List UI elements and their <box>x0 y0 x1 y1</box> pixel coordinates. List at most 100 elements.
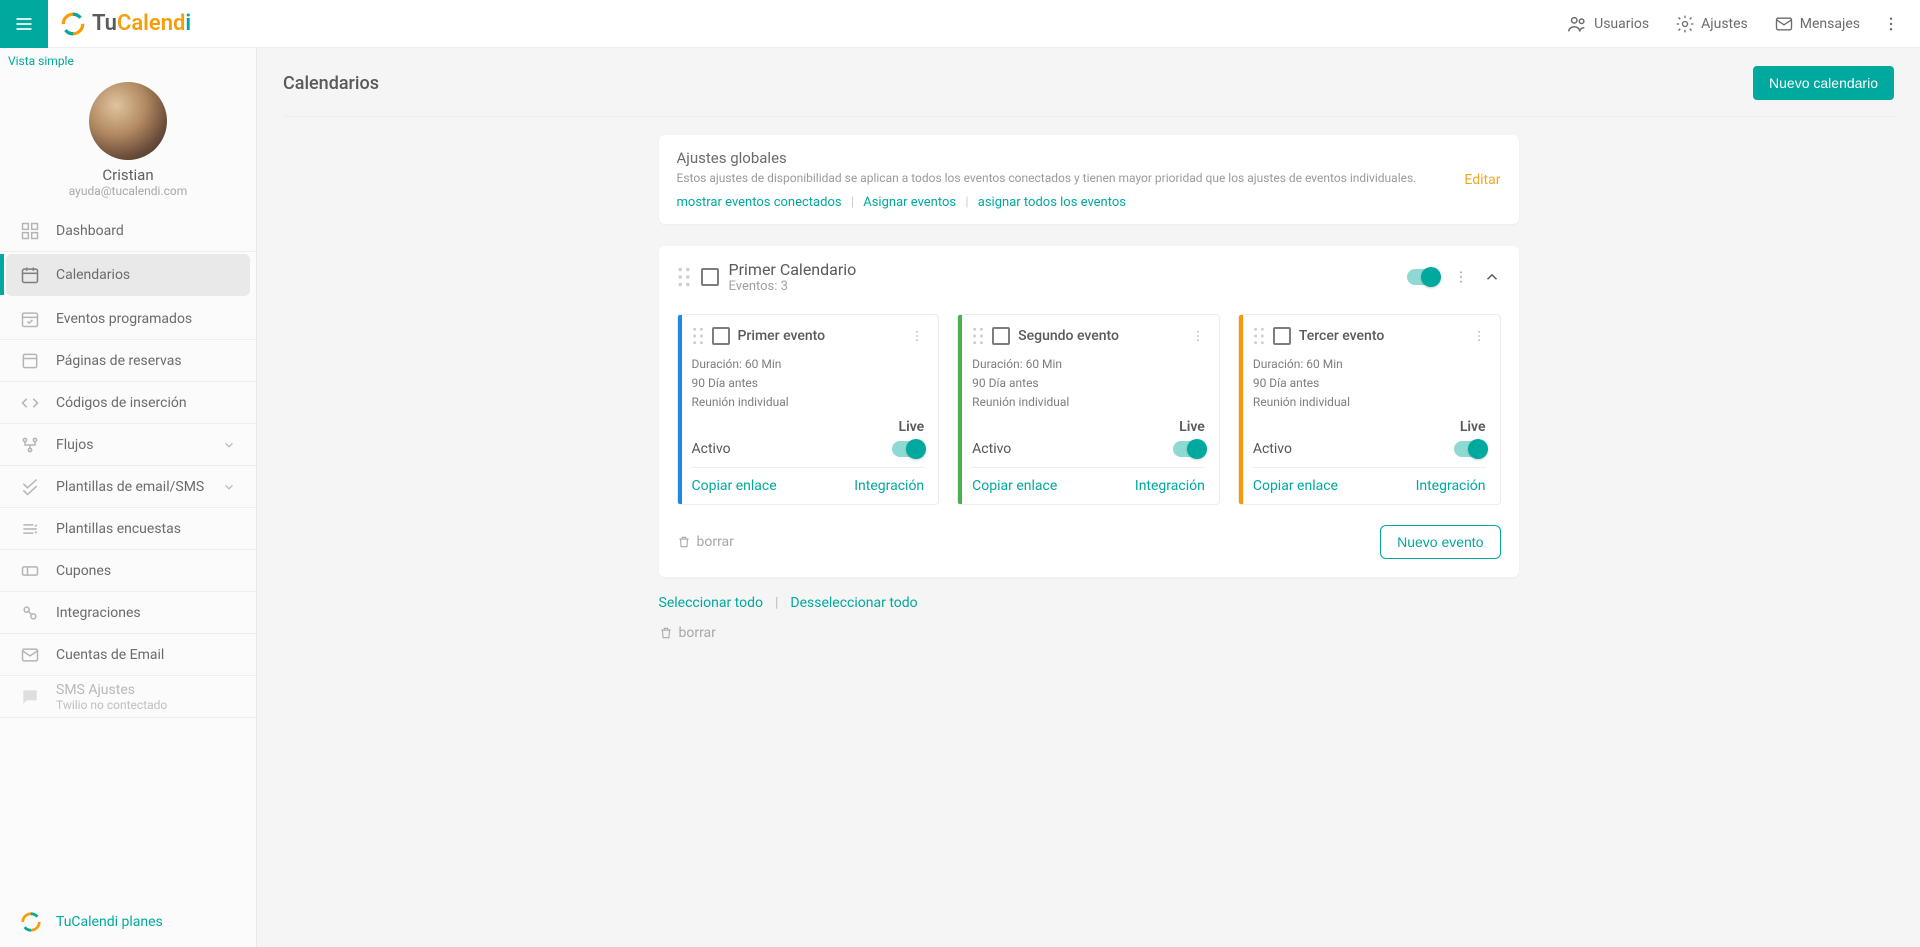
select-all-link[interactable]: Seleccionar todo <box>659 595 763 611</box>
calendar-more-button[interactable] <box>1453 269 1469 285</box>
profile-name: Cristian <box>0 166 256 184</box>
event-checkbox[interactable] <box>992 327 1010 345</box>
calendar-subtitle: Eventos: 3 <box>729 279 857 294</box>
grid-icon <box>20 221 40 241</box>
event-title: Primer evento <box>738 328 826 344</box>
integration-link[interactable]: Integración <box>1416 478 1486 494</box>
users-button[interactable]: Usuarios <box>1554 5 1661 43</box>
main-content: Calendarios Nuevo calendario Ajustes glo… <box>257 48 1920 947</box>
calendar-check-icon <box>20 309 40 329</box>
event-card: Tercer evento Duración: 60 Min 90 Día an… <box>1238 314 1501 505</box>
link-assign-all[interactable]: asignar todos los eventos <box>978 195 1126 210</box>
vista-simple-link[interactable]: Vista simple <box>0 48 256 74</box>
sidebar-item-sms[interactable]: SMS Ajustes Twilio no contectado <box>0 676 256 718</box>
integration-link[interactable]: Integración <box>854 478 924 494</box>
event-live-badge: Live <box>1460 419 1486 435</box>
code-icon <box>20 393 40 413</box>
trash-icon <box>677 535 691 549</box>
page-header: Calendarios Nuevo calendario <box>283 66 1894 117</box>
envelope-icon <box>1774 14 1794 34</box>
event-meta: Duración: 60 Min 90 Día antes Reunión in… <box>692 355 925 413</box>
event-active-label: Activo <box>972 441 1011 457</box>
event-more-button[interactable] <box>910 329 924 343</box>
global-settings-title: Ajustes globales <box>677 149 1417 167</box>
event-card: Primer evento Duración: 60 Min 90 Día an… <box>677 314 940 505</box>
sidebar-item-codigos[interactable]: Códigos de inserción <box>0 382 256 424</box>
sidebar-item-plantillas-email[interactable]: Plantillas de email/SMS <box>0 466 256 508</box>
logo-icon <box>60 11 86 37</box>
global-settings-card: Ajustes globales Estos ajustes de dispon… <box>659 135 1519 224</box>
sidebar-item-cupones[interactable]: Cupones <box>0 550 256 592</box>
global-settings-desc: Estos ajustes de disponibilidad se aplic… <box>677 171 1417 185</box>
chevron-down-icon <box>222 438 236 452</box>
sidebar-item-integraciones[interactable]: Integraciones <box>0 592 256 634</box>
sidebar-item-plantillas-encuestas[interactable]: Plantillas encuestas <box>0 508 256 550</box>
event-checkbox[interactable] <box>1273 327 1291 345</box>
envelope-icon <box>20 645 40 665</box>
collapse-button[interactable] <box>1483 268 1501 286</box>
event-meta: Duración: 60 Min 90 Día antes Reunión in… <box>1253 355 1486 413</box>
calendar-checkbox[interactable] <box>701 268 719 286</box>
header-actions: Usuarios Ajustes Mensajes <box>1554 5 1920 43</box>
logo-icon <box>20 911 42 933</box>
calendar-title: Primer Calendario <box>729 260 857 279</box>
overflow-menu-button[interactable] <box>1874 7 1908 41</box>
event-title: Tercer evento <box>1299 328 1384 344</box>
event-toggle[interactable] <box>892 441 924 457</box>
global-delete-button[interactable]: borrar <box>659 625 1519 641</box>
flow-icon <box>20 435 40 455</box>
settings-button[interactable]: Ajustes <box>1663 6 1760 42</box>
copy-link-button[interactable]: Copiar enlace <box>692 478 777 494</box>
sidebar-item-calendarios[interactable]: Calendarios <box>6 254 250 296</box>
link-show-connected[interactable]: mostrar eventos conectados <box>677 195 842 210</box>
check-icon <box>20 477 40 497</box>
calendar-toggle[interactable] <box>1407 269 1439 285</box>
drag-handle-icon[interactable] <box>972 327 984 345</box>
ticket-icon <box>20 561 40 581</box>
new-calendar-button[interactable]: Nuevo calendario <box>1753 66 1894 100</box>
trash-icon <box>659 626 673 640</box>
event-toggle[interactable] <box>1173 441 1205 457</box>
hamburger-button[interactable] <box>0 0 48 48</box>
more-vertical-icon <box>1882 15 1900 33</box>
global-edit-link[interactable]: Editar <box>1464 172 1500 188</box>
event-meta: Duración: 60 Min 90 Día antes Reunión in… <box>972 355 1205 413</box>
event-toggle[interactable] <box>1454 441 1486 457</box>
sidebar-item-eventos[interactable]: Eventos programados <box>0 298 256 340</box>
survey-icon <box>20 519 40 539</box>
calendar-header: Primer Calendario Eventos: 3 <box>677 260 1501 294</box>
drag-handle-icon[interactable] <box>677 267 691 287</box>
integration-link[interactable]: Integración <box>1135 478 1205 494</box>
sidebar-nav: Dashboard Calendarios Eventos programado… <box>0 210 256 897</box>
event-title: Segundo evento <box>1018 328 1119 344</box>
sidebar-item-paginas[interactable]: Páginas de reservas <box>0 340 256 382</box>
chevron-up-icon <box>1483 268 1501 286</box>
calendar-delete-button[interactable]: borrar <box>677 534 734 550</box>
event-card: Segundo evento Duración: 60 Min 90 Día a… <box>957 314 1220 505</box>
new-event-button[interactable]: Nuevo evento <box>1380 525 1500 559</box>
copy-link-button[interactable]: Copiar enlace <box>1253 478 1338 494</box>
event-live-badge: Live <box>899 419 925 435</box>
event-active-label: Activo <box>1253 441 1292 457</box>
integration-icon <box>20 603 40 623</box>
drag-handle-icon[interactable] <box>1253 327 1265 345</box>
event-more-button[interactable] <box>1472 329 1486 343</box>
drag-handle-icon[interactable] <box>692 327 704 345</box>
messages-button[interactable]: Mensajes <box>1762 6 1872 42</box>
deselect-all-link[interactable]: Desseleccionar todo <box>790 595 917 611</box>
link-assign-events[interactable]: Asignar eventos <box>863 195 956 210</box>
sidebar-item-flujos[interactable]: Flujos <box>0 424 256 466</box>
event-more-button[interactable] <box>1191 329 1205 343</box>
copy-link-button[interactable]: Copiar enlace <box>972 478 1057 494</box>
brand-logo[interactable]: TuCalendi <box>48 11 191 37</box>
event-checkbox[interactable] <box>712 327 730 345</box>
sidebar-item-dashboard[interactable]: Dashboard <box>0 210 256 252</box>
event-active-label: Activo <box>692 441 731 457</box>
gear-icon <box>1675 14 1695 34</box>
avatar[interactable] <box>89 82 167 160</box>
sidebar-item-cuentas-email[interactable]: Cuentas de Email <box>0 634 256 676</box>
chat-icon <box>20 687 40 707</box>
chevron-down-icon <box>222 480 236 494</box>
sidebar-footer-plans[interactable]: TuCalendi planes <box>0 897 256 947</box>
profile-email: ayuda@tucalendi.com <box>0 184 256 198</box>
